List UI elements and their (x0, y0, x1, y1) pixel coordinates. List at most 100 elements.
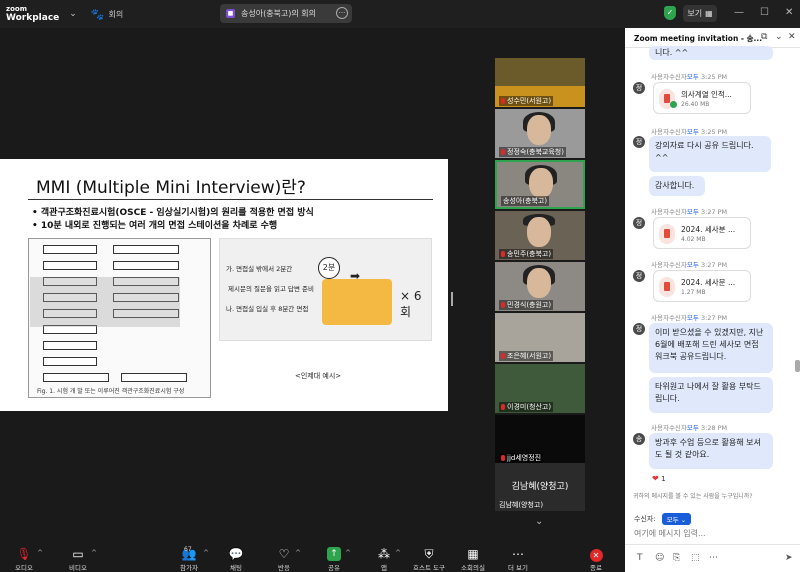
caret-up-icon[interactable]: ^ (203, 549, 209, 557)
chevron-down-icon[interactable]: ⌄ (535, 516, 543, 527)
flow-box (113, 245, 179, 254)
participant-name: 김남혜(양청고) (499, 501, 544, 509)
more-icon[interactable]: ⋯ (709, 553, 718, 563)
arrow-icon: ➡ (350, 269, 361, 283)
chevron-down-icon[interactable]: ⌄ (69, 9, 77, 19)
view-button[interactable]: 보기 ▦ (683, 5, 717, 22)
figure-caption: Fig. 1. 시험 개 발 또는 이루어진 객관구조화진료시험 구성 (37, 388, 185, 395)
end-label: 종료 (590, 564, 602, 572)
file-icon[interactable]: ⎘ (673, 553, 680, 563)
format-icon[interactable]: T (637, 553, 643, 563)
scrollbar[interactable] (795, 360, 800, 372)
timer-badge: 2분 (318, 257, 340, 279)
panel-text-1: 가. 면접실 밖에서 2분간 (226, 265, 293, 273)
end-button[interactable]: ✕ 종료 (586, 547, 606, 572)
video-off-tile[interactable]: 김남혜(양청고) 김남혜(양청고) (495, 463, 585, 511)
share-button[interactable]: ↑ 공유 ^ (324, 547, 351, 572)
recipient-row: 수신자: 모두 ⌄ (634, 513, 692, 525)
chat-icon: 💬 (228, 547, 244, 561)
caret-up-icon[interactable]: ^ (91, 549, 97, 557)
participant-name: 조은혜(서원고) (499, 351, 554, 361)
reaction-heart[interactable]: ❤ 1 (652, 474, 666, 483)
chat-message[interactable]: 방과후 수업 등으로 활용해 보셔도 될 것 같아요. (649, 433, 773, 469)
caret-up-icon[interactable]: ^ (295, 549, 301, 557)
apps-label: 앱 (381, 564, 387, 572)
message-meta: 사용자수신자모두 3:27 PM (651, 208, 728, 216)
caret-up-icon[interactable]: ^ (345, 549, 351, 557)
file-attachment[interactable]: 의사계열 인적... 26.40 MB (653, 82, 751, 114)
slide-bullet-1: • 객관구조화진료시험(OSCE - 임상실기시험)의 원리를 적용한 면접 방… (32, 208, 314, 218)
recipient-label: 수신자: (634, 515, 656, 523)
meeting-badge-icon: ■ (226, 9, 235, 18)
pdf-file-icon (659, 277, 675, 297)
close-icon[interactable]: ✕ (788, 32, 796, 42)
slide-title: MMI (Multiple Mini Interview)란? (36, 178, 306, 198)
send-icon[interactable]: ➤ (785, 553, 793, 563)
chat-title: Zoom meeting invitation - 송... (634, 34, 763, 43)
shared-screen[interactable]: MMI (Multiple Mini Interview)란? • 객관구조화진… (0, 159, 448, 411)
popout-icon[interactable]: ⧉ (761, 32, 767, 42)
logo-line2: Workplace (6, 13, 60, 23)
meeting-label[interactable]: 회의 (109, 9, 124, 20)
check-icon (670, 101, 677, 108)
close-icon[interactable]: ✕ (785, 7, 793, 18)
more-icon[interactable]: ··· (336, 7, 348, 19)
screenshot-icon[interactable]: ⬚ (691, 553, 700, 563)
audio-button[interactable]: 🎙 오디오 ^ (12, 547, 43, 572)
chat-message-input[interactable]: 여기에 메시지 입력... (634, 528, 706, 539)
mic-muted-icon (501, 302, 505, 308)
chat-message[interactable]: 니다. ^^ (649, 46, 773, 60)
resize-handle[interactable] (451, 292, 453, 306)
video-tile-active-speaker[interactable]: 송성아(충북고) (495, 160, 585, 209)
avatar: 정 (633, 217, 645, 229)
host-tools-button[interactable]: ⛨ 호스트 도구 (412, 547, 446, 572)
video-tile[interactable]: 민경식(충원고) (495, 262, 585, 311)
emoji-icon[interactable]: ☺ (655, 553, 664, 563)
interview-figures-image (322, 279, 392, 325)
chat-message[interactable]: 강의자료 다시 공유 드립니다. ^^ (649, 136, 771, 172)
meeting-title: 송성아(충북고)의 회의 (241, 9, 317, 18)
flow-box (43, 373, 109, 382)
flow-box (43, 341, 97, 350)
panel-text-2: 제시문의 질문을 읽고 답변 준비 (228, 285, 315, 293)
minimize-icon[interactable]: — (734, 7, 744, 18)
caret-up-icon[interactable]: ^ (37, 549, 43, 557)
shield-icon[interactable]: ✓ (664, 6, 676, 20)
chat-message[interactable]: 감사합니다. (649, 176, 705, 196)
react-button[interactable]: ♡ 반응 ^ (274, 547, 301, 572)
avatar: 정 (633, 136, 645, 148)
recipient-select[interactable]: 모두 ⌄ (661, 513, 692, 525)
mmi-process-illustration: 가. 면접실 밖에서 2분간 제시문의 질문을 읽고 답변 준비 나. 면접실 … (219, 238, 432, 341)
video-tile[interactable]: 정정숙(충북교육청) (495, 109, 585, 158)
video-tile[interactable]: 성수민(서원고) (495, 58, 585, 107)
apps-button[interactable]: ⁂ 앱 ^ (374, 547, 401, 572)
meeting-title-pill[interactable]: ■ 송성아(충북고)의 회의 ··· (220, 4, 352, 23)
breakout-rooms-button[interactable]: ▦ 소회의실 (458, 547, 488, 572)
file-attachment[interactable]: 2024. 세사문 ... 1.27 MB (653, 270, 751, 302)
avatar: 정 (633, 82, 645, 94)
maximize-icon[interactable]: ☐ (760, 7, 769, 18)
video-tile[interactable]: 조은혜(서원고) (495, 313, 585, 362)
message-meta: 사용자수신자모두 3:25 PM (651, 128, 728, 136)
chat-button[interactable]: 💬 채팅 (226, 547, 246, 572)
file-size: 1.27 MB (681, 289, 706, 296)
mic-muted-icon: 🎙 (16, 547, 32, 561)
more-button[interactable]: ⋯ 더 보기 (506, 547, 530, 572)
file-attachment[interactable]: 2024. 세사분 ... 4.02 MB (653, 217, 751, 249)
paw-icon[interactable]: 🐾 (91, 8, 105, 21)
visibility-notice[interactable]: 귀하의 메시지를 볼 수 있는 사람을 누구입니까? (633, 491, 753, 500)
video-tile[interactable]: jjd세영정진 (495, 415, 585, 464)
video-tile[interactable]: 송민주(충북고) (495, 211, 585, 260)
source-note: <인제대 예시> (295, 372, 342, 380)
repeat-count: × 6회 (400, 289, 422, 319)
video-button[interactable]: ▭ 비디오 ^ (66, 547, 97, 572)
apps-icon: ⁂ (378, 547, 390, 561)
chat-message[interactable]: 이미 받으셨을 수 있겠지만, 지난 6월에 배포해 드린 세사모 면접 워크북… (649, 323, 773, 373)
caret-up-icon[interactable]: ^ (395, 549, 401, 557)
chat-message[interactable]: 타위원고 나에서 잘 활용 부탁드립니다. (649, 377, 773, 413)
participants-button[interactable]: 👥 67 참가자 ^ (176, 546, 209, 572)
options-icon[interactable]: ⌄ (775, 32, 783, 42)
mic-muted-icon (501, 353, 505, 359)
video-tile[interactable]: 이경미(청산고) (495, 364, 585, 413)
flow-box (43, 357, 97, 366)
